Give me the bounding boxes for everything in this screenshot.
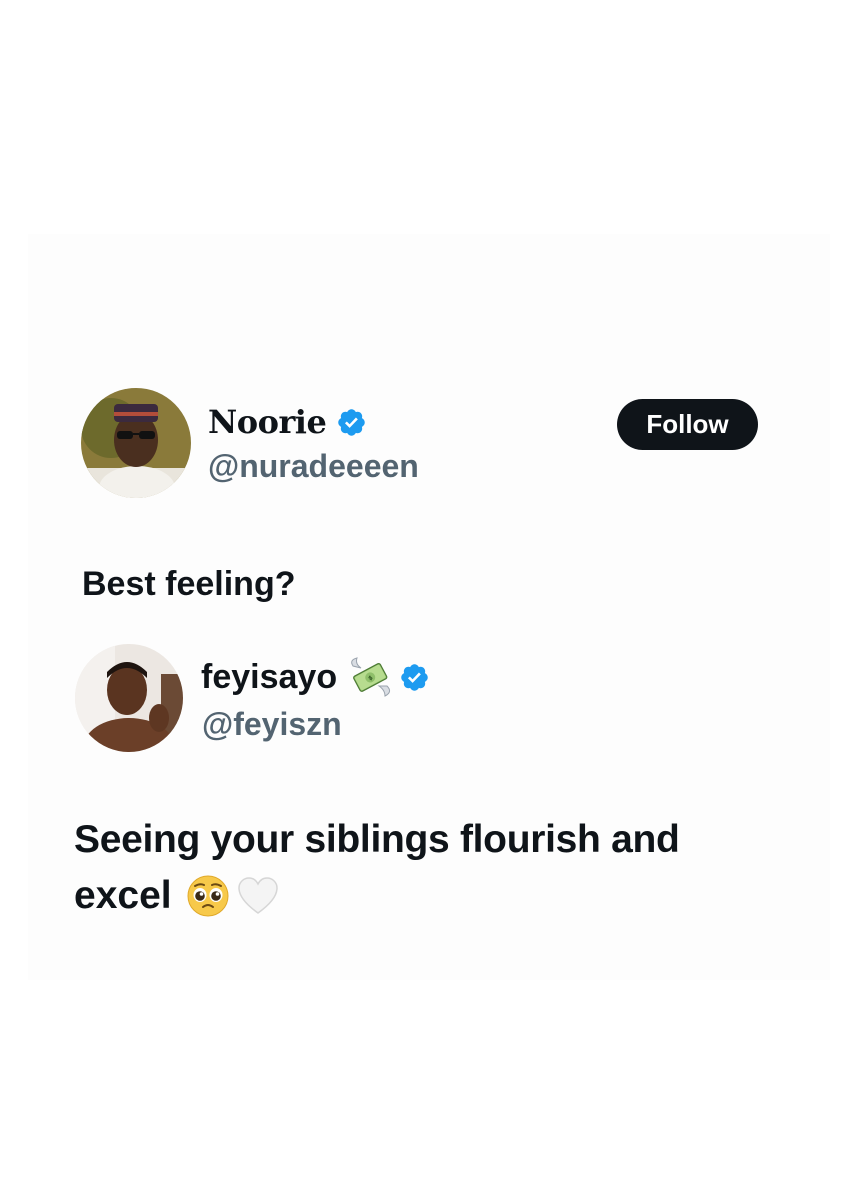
display-name-noorie[interactable]: Noorie [208,403,327,441]
avatar-feyisayo-image [75,644,183,752]
tweet-card: Noorie @nuradeeeen Follow Best feeling? … [28,234,830,980]
avatar-noorie-image [81,388,191,498]
money-with-wings-icon: $ [347,656,393,698]
verified-badge-icon [399,662,430,693]
handle-feyisayo[interactable]: @feyiszn [202,706,342,743]
name-row-noorie: Noorie [208,403,367,441]
tweet-text-reply-line2: excel [74,874,172,917]
tweet-text-reply-line2-row: excel [74,874,280,918]
tweet-text-question: Best feeling? [82,565,296,603]
follow-button[interactable]: Follow [617,399,758,450]
verified-badge-icon [336,407,367,438]
avatar-noorie[interactable] [81,388,191,498]
tweet-text-reply-line1: Seeing your siblings flourish and [74,818,680,861]
name-row-feyisayo: feyisayo $ [201,656,430,698]
pleading-face-icon [186,874,230,918]
white-heart-icon [236,875,280,917]
display-name-feyisayo[interactable]: feyisayo [201,658,337,697]
avatar-feyisayo[interactable] [75,644,183,752]
handle-noorie[interactable]: @nuradeeeen [208,448,419,485]
